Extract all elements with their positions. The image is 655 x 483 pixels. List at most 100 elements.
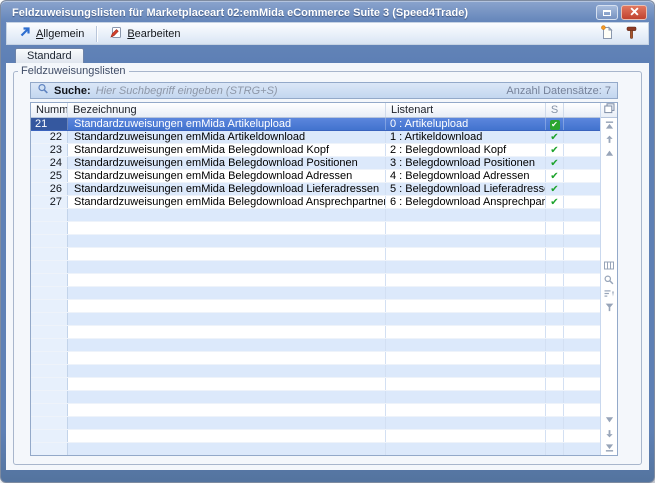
cell-nummer <box>31 248 68 260</box>
cell-nummer <box>31 339 68 351</box>
cell-blank <box>564 144 600 156</box>
table-row[interactable]: 22Standardzuweisungen emMida Artikeldown… <box>31 131 600 144</box>
empty-row <box>31 352 600 365</box>
search-bar[interactable]: Suche: Hier Suchbegriff eingeben (STRG+S… <box>30 82 618 99</box>
cell-blank <box>564 118 600 130</box>
toolbar-separator <box>96 26 97 42</box>
column-header-nummer[interactable]: Nummer <box>31 103 68 117</box>
cell-listenart <box>386 443 546 455</box>
cell-bezeichnung <box>68 300 386 312</box>
grid-tools-group <box>604 261 615 312</box>
row-down-icon[interactable] <box>604 415 615 424</box>
search-placeholder: Hier Suchbegriff eingeben (STRG+S) <box>96 85 278 97</box>
cell-listenart <box>386 235 546 247</box>
empty-row <box>31 443 600 455</box>
hammer-button[interactable] <box>622 25 640 43</box>
row-up-icon[interactable] <box>604 149 615 158</box>
scroll-to-bottom-icon[interactable] <box>604 443 615 452</box>
window-title: Feldzuweisungslisten für Marketplaceart … <box>12 7 468 19</box>
cell-nummer <box>31 222 68 234</box>
cell-blank <box>564 378 600 390</box>
cell-listenart <box>386 300 546 312</box>
empty-row <box>31 378 600 391</box>
cell-listenart <box>386 248 546 260</box>
cell-bezeichnung <box>68 391 386 403</box>
hammer-icon <box>625 25 638 43</box>
cell-listenart <box>386 378 546 390</box>
cell-bezeichnung: Standardzuweisungen emMida Artikelupload <box>68 118 386 130</box>
sort-icon[interactable] <box>604 289 615 298</box>
table-row[interactable]: 21Standardzuweisungen emMida Artikeluplo… <box>31 118 600 131</box>
new-document-button[interactable] <box>598 25 616 43</box>
page-down-icon[interactable] <box>604 429 615 438</box>
copy-button[interactable] <box>601 103 617 118</box>
cell-listenart <box>386 417 546 429</box>
close-button[interactable] <box>621 5 647 20</box>
page-up-icon[interactable] <box>604 135 615 144</box>
cell-listenart <box>386 274 546 286</box>
cell-blank <box>564 430 600 442</box>
close-icon <box>630 7 639 19</box>
cell-listenart <box>386 391 546 403</box>
checkmark-icon: ✔ <box>550 158 558 169</box>
column-header-listenart[interactable]: Listenart <box>386 103 546 117</box>
empty-row <box>31 365 600 378</box>
filter-icon[interactable] <box>604 303 615 312</box>
checkmark-icon: ✔ <box>550 197 558 208</box>
toolbar-label-allgemein: Allgemein <box>36 28 84 40</box>
cell-blank <box>564 183 600 195</box>
empty-row <box>31 209 600 222</box>
cell-nummer <box>31 365 68 377</box>
cell-bezeichnung: Standardzuweisungen emMida Belegdownload… <box>68 157 386 169</box>
table-row[interactable]: 23Standardzuweisungen emMida Belegdownlo… <box>31 144 600 157</box>
cell-blank <box>564 274 600 286</box>
cell-status <box>546 300 564 312</box>
cell-nummer <box>31 287 68 299</box>
toolbar-button-allgemein[interactable]: Allgemein <box>15 25 88 42</box>
table-row[interactable]: 25Standardzuweisungen emMida Belegdownlo… <box>31 170 600 183</box>
cell-status <box>546 378 564 390</box>
cell-blank <box>564 417 600 429</box>
cell-blank <box>564 196 600 208</box>
data-grid: NummerBezeichnungListenartS 21Standardzu… <box>30 102 618 456</box>
table-row[interactable]: 26Standardzuweisungen emMida Belegdownlo… <box>31 183 600 196</box>
cell-blank <box>564 313 600 325</box>
cell-nummer: 24 <box>31 157 68 169</box>
cell-blank <box>564 157 600 169</box>
column-header-bezeichnung[interactable]: Bezeichnung <box>68 103 386 117</box>
cell-listenart <box>386 287 546 299</box>
table-row[interactable]: 27Standardzuweisungen emMida Belegdownlo… <box>31 196 600 209</box>
columns-icon[interactable] <box>604 261 615 270</box>
cell-listenart <box>386 209 546 221</box>
tab-strip: Standard <box>6 48 84 63</box>
cell-status <box>546 222 564 234</box>
cell-bezeichnung <box>68 365 386 377</box>
cell-nummer <box>31 235 68 247</box>
restore-button[interactable] <box>596 5 618 20</box>
cell-listenart <box>386 313 546 325</box>
empty-row <box>31 339 600 352</box>
cell-bezeichnung: Standardzuweisungen emMida Belegdownload… <box>68 183 386 195</box>
checkmark-icon: ✔ <box>550 171 558 182</box>
cell-listenart: 4 : Belegdownload Adressen <box>386 170 546 182</box>
grid-header: NummerBezeichnungListenartS <box>31 103 600 118</box>
search-label: Suche: <box>54 85 91 97</box>
cell-blank <box>564 443 600 455</box>
table-row[interactable]: 24Standardzuweisungen emMida Belegdownlo… <box>31 157 600 170</box>
cell-blank <box>564 170 600 182</box>
tab-standard[interactable]: Standard <box>15 48 84 63</box>
cell-bezeichnung <box>68 339 386 351</box>
zoom-icon[interactable] <box>604 275 615 284</box>
cell-blank <box>564 235 600 247</box>
cell-listenart <box>386 352 546 364</box>
column-header-s[interactable]: S <box>546 103 564 117</box>
scroll-to-top-icon[interactable] <box>604 121 615 130</box>
cell-listenart: 2 : Belegdownload Kopf <box>386 144 546 156</box>
cell-nummer: 25 <box>31 170 68 182</box>
cell-blank <box>564 365 600 377</box>
toolbar-button-bearbeiten[interactable]: Bearbeiten <box>105 25 184 43</box>
search-icon <box>37 83 49 98</box>
cell-bezeichnung <box>68 417 386 429</box>
arrow-up-right-icon <box>19 26 31 41</box>
toolbar: Allgemein Bearbeiten <box>6 22 649 45</box>
